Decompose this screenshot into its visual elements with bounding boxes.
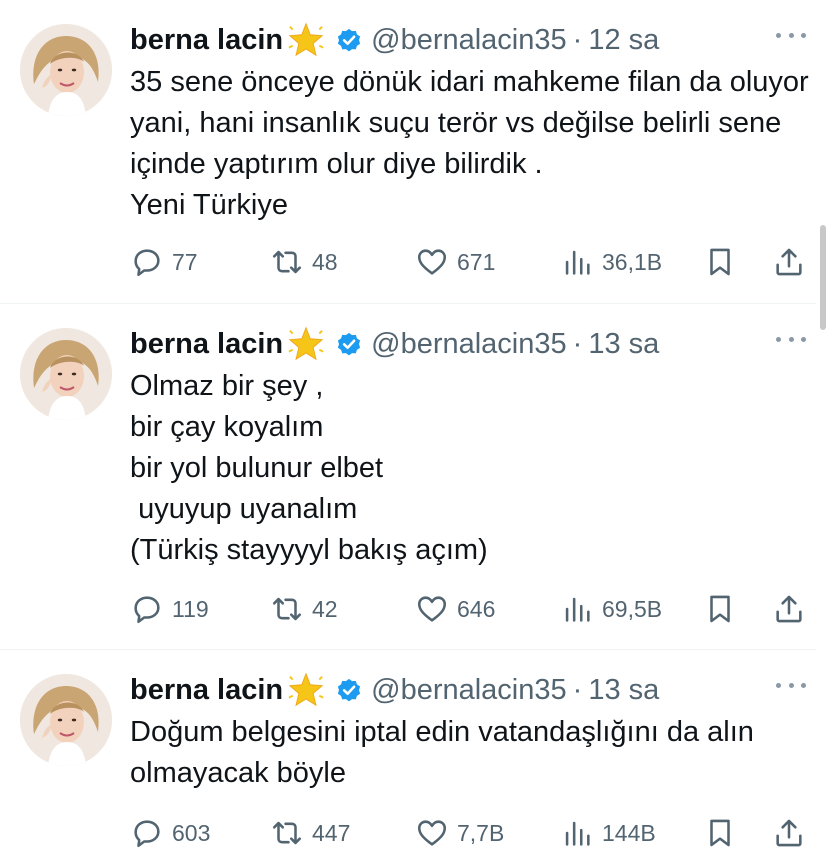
repost-icon <box>272 250 302 274</box>
like-button[interactable]: 7,7B <box>415 813 504 853</box>
bookmark-icon <box>710 595 730 623</box>
heart-icon <box>417 249 447 275</box>
views-chart-icon <box>565 597 590 622</box>
heart-icon <box>417 596 447 622</box>
reply-icon <box>134 249 160 277</box>
bookmark-icon <box>710 248 730 276</box>
repost-button[interactable]: 48 <box>270 242 338 282</box>
share-icon <box>776 248 802 276</box>
tweet-text: 35 sene önceye dönük idari mahkeme filan… <box>130 66 809 221</box>
like-count: 671 <box>457 248 496 275</box>
avatar-image <box>20 328 112 420</box>
star-emoji-icon <box>288 22 324 57</box>
views-button[interactable]: 69,5B <box>560 589 662 629</box>
more-options-icon[interactable] <box>776 30 806 40</box>
more-options-icon[interactable] <box>776 680 806 690</box>
author-name[interactable]: berna lacin <box>130 20 283 60</box>
tweet[interactable]: berna lacin @bernalacin35 · 12 sa 35 sen… <box>0 0 816 304</box>
separator-dot: · <box>572 24 583 56</box>
share-button[interactable] <box>772 813 806 853</box>
author-handle[interactable]: @bernalacin35 <box>371 670 567 710</box>
star-emoji-icon <box>288 672 324 707</box>
timestamp[interactable]: 12 sa <box>588 20 659 60</box>
reply-count: 77 <box>172 248 198 275</box>
avatar-image <box>20 24 112 116</box>
reply-icon <box>134 596 160 624</box>
share-button[interactable] <box>772 589 806 629</box>
reply-icon <box>134 820 160 848</box>
repost-icon <box>272 597 302 621</box>
tweet-actions: 77 48 671 36,1B <box>130 242 810 282</box>
avatar[interactable] <box>20 24 112 116</box>
separator-dot: · <box>572 674 583 706</box>
repost-icon <box>272 821 302 845</box>
views-chart-icon <box>565 250 590 275</box>
timestamp[interactable]: 13 sa <box>588 670 659 710</box>
bookmark-icon <box>710 819 730 847</box>
views-button[interactable]: 144B <box>560 813 656 853</box>
reply-count: 119 <box>172 595 209 622</box>
tweet-text: Doğum belgesini iptal edin vatandaşlığın… <box>130 716 762 789</box>
tweet-header: berna lacin @bernalacin35 · 13 sa <box>130 324 659 364</box>
author-name[interactable]: berna lacin <box>130 324 283 364</box>
author-handle[interactable]: @bernalacin35 <box>371 324 567 364</box>
avatar[interactable] <box>20 674 112 766</box>
verified-badge-icon[interactable] <box>335 26 363 54</box>
timeline: berna lacin @bernalacin35 · 12 sa 35 sen… <box>0 0 816 860</box>
reply-button[interactable]: 603 <box>130 813 210 853</box>
verified-badge-icon[interactable] <box>335 330 363 358</box>
like-count: 7,7B <box>457 819 505 846</box>
star-emoji-icon <box>288 326 324 361</box>
verified-badge-icon[interactable] <box>335 676 363 704</box>
views-count: 144B <box>602 819 656 846</box>
repost-count: 447 <box>312 819 351 846</box>
reply-button[interactable]: 77 <box>130 242 198 282</box>
share-button[interactable] <box>772 242 806 282</box>
bookmark-button[interactable] <box>703 589 737 629</box>
repost-count: 48 <box>312 248 338 275</box>
repost-button[interactable]: 42 <box>270 589 338 629</box>
heart-icon <box>417 820 447 846</box>
tweet-actions: 119 42 646 69,5B <box>130 589 810 629</box>
more-options-icon[interactable] <box>776 334 806 344</box>
repost-button[interactable]: 447 <box>270 813 350 853</box>
like-button[interactable]: 671 <box>415 242 495 282</box>
separator-dot: · <box>572 328 583 360</box>
bookmark-button[interactable] <box>703 242 737 282</box>
reply-button[interactable]: 119 <box>130 589 209 629</box>
author-name[interactable]: berna lacin <box>130 670 283 710</box>
bookmark-button[interactable] <box>703 813 737 853</box>
tweet-header: berna lacin @bernalacin35 · 13 sa <box>130 670 659 710</box>
tweet-actions: 603 447 7,7B 144B <box>130 813 810 853</box>
share-icon <box>776 819 802 847</box>
repost-count: 42 <box>312 595 338 622</box>
tweet[interactable]: berna lacin @bernalacin35 · 13 sa Olmaz … <box>0 304 816 650</box>
tweet-text: Olmaz bir şey , bir çay koyalım bir yol … <box>130 370 488 566</box>
like-button[interactable]: 646 <box>415 589 495 629</box>
scrollbar-thumb[interactable] <box>820 225 826 330</box>
reply-count: 603 <box>172 819 211 846</box>
like-count: 646 <box>457 595 496 622</box>
views-count: 69,5B <box>602 595 663 622</box>
avatar[interactable] <box>20 328 112 420</box>
author-handle[interactable]: @bernalacin35 <box>371 20 567 60</box>
views-count: 36,1B <box>602 248 663 275</box>
tweet-header: berna lacin @bernalacin35 · 12 sa <box>130 20 659 60</box>
share-icon <box>776 595 802 623</box>
avatar-image <box>20 674 112 766</box>
timestamp[interactable]: 13 sa <box>588 324 659 364</box>
views-button[interactable]: 36,1B <box>560 242 662 282</box>
views-chart-icon <box>565 821 590 846</box>
tweet[interactable]: berna lacin @bernalacin35 · 13 sa Doğum … <box>0 650 816 860</box>
